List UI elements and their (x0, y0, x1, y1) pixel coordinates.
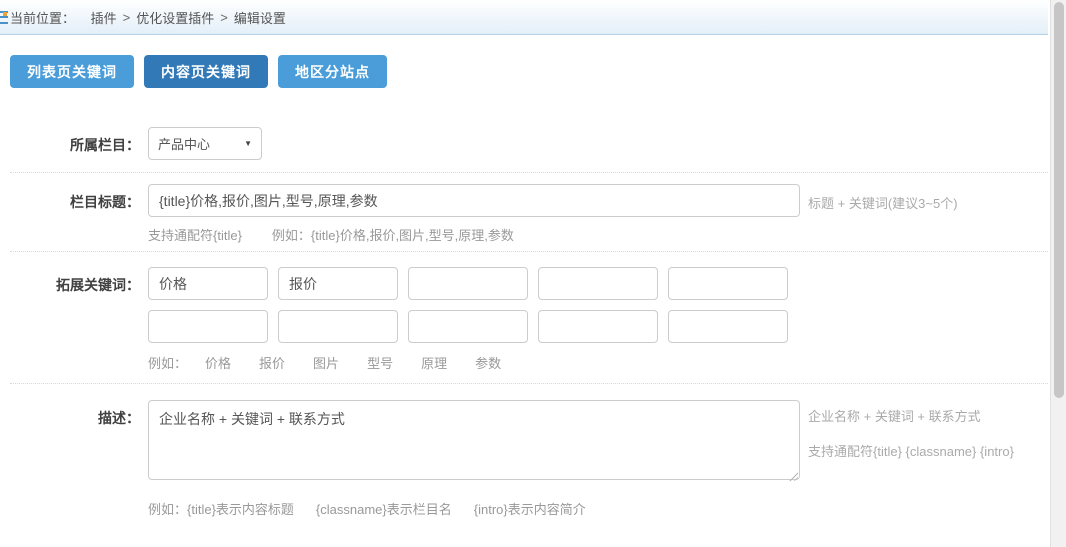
extended-keywords-label: 拓展关键词： (10, 267, 140, 378)
column-title-label: 栏目标题： (10, 184, 140, 244)
title-example: 例如：{title}价格,报价,图片,型号,原理,参数 (272, 228, 514, 243)
breadcrumb-plugins[interactable]: 插件 (91, 8, 117, 27)
breadcrumb: 当前位置： 插件 > 优化设置插件 > 编辑设置 (0, 0, 1048, 35)
title-side-hint: 标题 + 关键词(建议3~5个) (808, 184, 958, 217)
tab-region-subsites[interactable]: 地区分站点 (278, 55, 387, 88)
keyword-input-2[interactable] (278, 267, 398, 300)
wildcard-hint: 支持通配符{title} (148, 228, 242, 243)
breadcrumb-separator: > (123, 10, 131, 25)
description-textarea[interactable]: 企业名称 + 关键词 + 联系方式 (148, 400, 800, 480)
keyword-input-1[interactable] (148, 267, 268, 300)
chevron-down-icon: ▼ (244, 139, 252, 148)
main-content: 列表页关键词 内容页关键词 地区分站点 所属栏目： 产品中心 ▼ 栏目标题： 标… (0, 35, 1048, 547)
breadcrumb-separator: > (220, 10, 228, 25)
category-label: 所属栏目： (10, 127, 140, 160)
description-row: 描述： 企业名称 + 关键词 + 联系方式 企业名称 + 关键词 + 联系方式 … (10, 384, 1048, 547)
description-side-hint-2: 支持通配符{title} {classname} {intro} (808, 425, 1014, 460)
category-select[interactable]: 产品中心 ▼ (148, 127, 262, 160)
keyword-input-7[interactable] (278, 310, 398, 343)
category-selected-value: 产品中心 (158, 134, 210, 153)
keyword-input-8[interactable] (408, 310, 528, 343)
keyword-input-10[interactable] (668, 310, 788, 343)
location-icon (0, 11, 8, 24)
keyword-input-6[interactable] (148, 310, 268, 343)
keyword-input-9[interactable] (538, 310, 658, 343)
column-title-input[interactable] (148, 184, 800, 217)
breadcrumb-prefix: 当前位置： (10, 8, 75, 27)
description-label: 描述： (10, 400, 140, 518)
keywords-example-line: 例如：价格报价图片型号原理参数 (148, 353, 798, 378)
column-title-row: 栏目标题： 标题 + 关键词(建议3~5个) 支持通配符{title} 例如：{t… (10, 173, 1048, 252)
edit-settings-form: 所属栏目： 产品中心 ▼ 栏目标题： 标题 + 关键词(建议3~5个) 支持通配… (10, 110, 1048, 547)
tab-content-page-keywords[interactable]: 内容页关键词 (144, 55, 268, 88)
breadcrumb-seo-plugin[interactable]: 优化设置插件 (136, 8, 214, 27)
extended-keywords-row: 拓展关键词： 例如：价格报价图片型号原理参数 (10, 252, 1048, 384)
vertical-scrollbar[interactable] (1050, 0, 1066, 547)
breadcrumb-edit-settings[interactable]: 编辑设置 (234, 8, 286, 27)
tab-list-page-keywords[interactable]: 列表页关键词 (10, 55, 134, 88)
description-side-hint-1: 企业名称 + 关键词 + 联系方式 (808, 400, 1014, 425)
title-help-line: 支持通配符{title} 例如：{title}价格,报价,图片,型号,原理,参数 (148, 225, 958, 244)
scrollbar-thumb[interactable] (1054, 2, 1064, 398)
keyword-input-5[interactable] (668, 267, 788, 300)
category-row: 所属栏目： 产品中心 ▼ (10, 110, 1048, 173)
tab-bar: 列表页关键词 内容页关键词 地区分站点 (10, 55, 1048, 88)
keyword-input-3[interactable] (408, 267, 528, 300)
keyword-input-4[interactable] (538, 267, 658, 300)
description-example-line: 例如：{title}表示内容标题{classname}表示栏目名{intro}表… (148, 499, 1014, 518)
